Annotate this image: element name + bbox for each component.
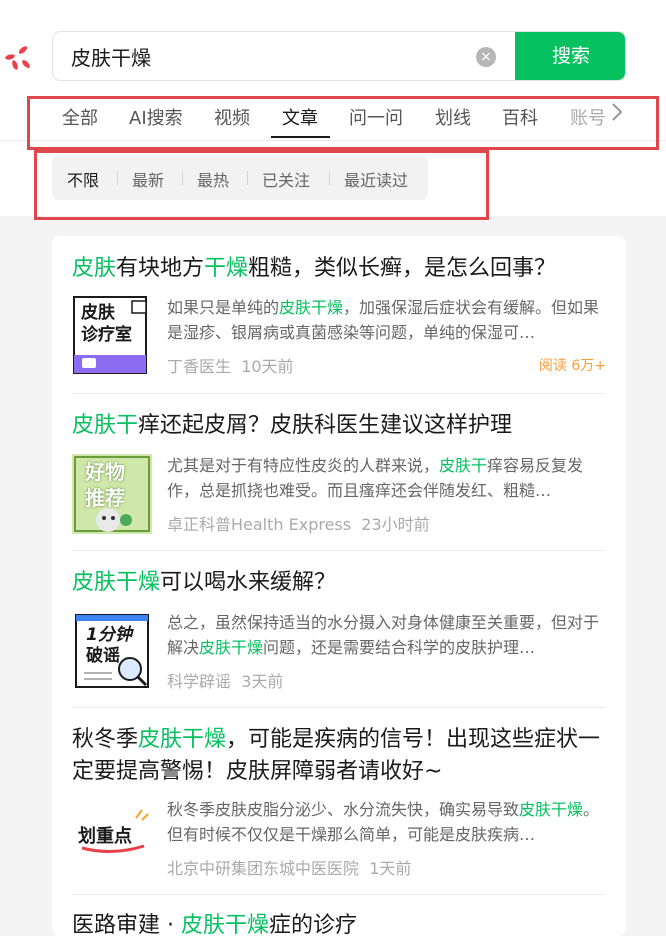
tab-all[interactable]: 全部 <box>62 104 98 130</box>
result-meta: 北京中研集团东城中医医院 1天前 <box>167 855 411 879</box>
result-time: 3天前 <box>241 672 284 691</box>
result-divider <box>72 550 606 551</box>
result-snippet: 总之，虽然保持适当的水分摄入对身体健康至关重要，但对于解决皮肤干燥问题，还是需要… <box>167 610 607 660</box>
thumbnail-label: 1分钟 <box>86 625 132 645</box>
snippet-highlight: 皮肤干 <box>439 456 488 475</box>
category-tabs: 全部 AI搜索 视频 文章 问一问 划线 百科 账号 <box>52 96 622 140</box>
result-divider <box>72 894 606 895</box>
result-snippet: 秋冬季皮肤皮脂分泌少、水分流失快，确实易导致皮肤干燥。但有时候不仅仅是干燥那么简… <box>167 797 607 847</box>
filter-recently-read[interactable]: 最近读过 <box>344 167 408 191</box>
title-text: 有块地方 <box>116 256 205 281</box>
search-button[interactable]: 搜索 <box>515 32 625 80</box>
active-tab-indicator <box>271 136 330 138</box>
result-title[interactable]: 皮肤有块地方干燥粗糙，类似长癣，是怎么回事？ <box>72 253 606 285</box>
filter-latest[interactable]: 最新 <box>132 167 164 191</box>
search-input[interactable] <box>53 32 491 80</box>
snippet-highlight: 皮肤干燥 <box>279 298 344 317</box>
title-text: 可以喝水来缓解？ <box>160 570 337 595</box>
result-meta: 科学辟谣 3天前 <box>167 668 283 692</box>
result-item[interactable]: 皮肤干燥可以喝水来缓解？ 1分钟 破谣 总之，虽然保持适当的水分摄入对身体健康至… <box>72 567 606 707</box>
result-time: 1天前 <box>369 859 412 878</box>
chevron-right-icon[interactable] <box>610 100 632 130</box>
result-thumbnail[interactable]: 1分钟 破谣 <box>72 611 152 691</box>
title-highlight: 皮肤干 <box>72 413 139 438</box>
tab-account[interactable]: 账号 <box>570 104 610 130</box>
snippet-highlight: 皮肤干燥 <box>519 800 584 819</box>
result-snippet: 如果只是单纯的皮肤干燥，加强保湿后症状会有缓解。但如果是湿疹、银屑病或真菌感染等… <box>167 295 607 345</box>
filter-bar: 不限 最新 最热 已关注 最近读过 <box>52 156 428 200</box>
result-source[interactable]: 卓正科普Health Express <box>167 515 351 534</box>
divider <box>0 140 666 141</box>
title-text: 粗糙，类似长癣，是怎么回事？ <box>248 256 557 281</box>
result-item[interactable]: 皮肤干痒还起皮屑？皮肤科医生建议这样护理 好物 推荐 尤其是对于有特应性皮炎的人… <box>72 410 606 550</box>
title-highlight: 皮肤干燥 <box>72 570 161 595</box>
read-count: 阅读 6万+ <box>538 358 606 374</box>
result-thumbnail[interactable]: 好物 推荐 <box>72 454 152 534</box>
thumbnail-label: 划重点 <box>78 826 132 847</box>
result-thumbnail[interactable]: 皮肤 诊疗室 <box>72 295 152 375</box>
result-meta: 卓正科普Health Express 23小时前 <box>167 511 430 535</box>
filter-separator <box>329 171 330 185</box>
title-text: 秋冬季 <box>72 727 139 752</box>
result-meta: 丁香医生 10天前 <box>167 353 294 377</box>
filter-unlimited[interactable]: 不限 <box>67 167 99 191</box>
result-source[interactable]: 北京中研集团东城中医医院 <box>167 859 359 878</box>
tab-ask[interactable]: 问一问 <box>349 104 403 130</box>
result-title[interactable]: 医路审建 · 皮肤干燥症的诊疗 <box>72 910 606 936</box>
tab-video[interactable]: 视频 <box>214 104 250 130</box>
snippet-text: 尤其是对于有特应性皮炎的人群来说， <box>167 456 440 475</box>
result-divider <box>72 707 606 708</box>
title-highlight: 干燥 <box>204 256 249 281</box>
result-thumbnail[interactable]: 划重点 <box>72 800 152 880</box>
filter-separator <box>117 171 118 185</box>
result-title[interactable]: 皮肤干痒还起皮屑？皮肤科医生建议这样护理 <box>72 410 606 442</box>
snippet-text: 问题，还是需要结合科学的皮肤护理… <box>263 638 536 657</box>
snippet-text: 如果只是单纯的 <box>167 298 280 317</box>
thumbnail-label: 好物 <box>85 460 125 484</box>
result-divider <box>72 393 606 394</box>
thumbnail-label: 破谣 <box>86 646 120 666</box>
filter-separator <box>182 171 183 185</box>
title-highlight: 皮肤干燥 <box>138 727 227 752</box>
filter-followed[interactable]: 已关注 <box>262 167 310 191</box>
clear-icon[interactable]: × <box>476 47 496 67</box>
result-source[interactable]: 丁香医生 <box>167 357 231 376</box>
title-highlight: 皮肤 <box>72 256 117 281</box>
result-time: 10天前 <box>241 357 294 376</box>
result-snippet: 尤其是对于有特应性皮炎的人群来说，皮肤干痒容易反复发作，总是抓挠也难受。而且瘙痒… <box>167 453 607 503</box>
thumbnail-label: 推荐 <box>85 486 125 510</box>
result-source[interactable]: 科学辟谣 <box>167 672 231 691</box>
result-time: 23小时前 <box>361 515 430 534</box>
tab-article[interactable]: 文章 <box>282 104 318 130</box>
tab-encyclopedia[interactable]: 百科 <box>502 104 538 130</box>
title-text: 痒还起皮屑？皮肤科医生建议这样护理 <box>138 413 513 438</box>
search-box: × 搜索 <box>52 31 626 81</box>
result-title[interactable]: 秋冬季皮肤干燥，可能是疾病的信号！出现这些症状一定要提高警惕！皮肤屏障弱者请收好… <box>72 724 606 788</box>
result-title[interactable]: 皮肤干燥可以喝水来缓解？ <box>72 567 606 599</box>
results-card: 皮肤有块地方干燥粗糙，类似长癣，是怎么回事？ 皮肤 诊疗室 如果只是单纯的皮肤干… <box>52 236 626 936</box>
filter-hottest[interactable]: 最热 <box>197 167 229 191</box>
snippet-highlight: 皮肤干燥 <box>199 638 264 657</box>
result-item[interactable]: 皮肤有块地方干燥粗糙，类似长癣，是怎么回事？ 皮肤 诊疗室 如果只是单纯的皮肤干… <box>72 253 606 393</box>
thumbnail-label: 皮肤 <box>81 303 115 323</box>
result-item[interactable]: 秋冬季皮肤干燥，可能是疾病的信号！出现这些症状一定要提高警惕！皮肤屏障弱者请收好… <box>72 724 606 894</box>
header: × 搜索 全部 AI搜索 视频 文章 问一问 划线 百科 账号 不限 最新 最热… <box>0 0 666 216</box>
snippet-text: 秋冬季皮肤皮脂分泌少、水分流失快，确实易导致 <box>167 800 520 819</box>
app-logo-icon <box>5 46 30 70</box>
tab-highlight[interactable]: 划线 <box>435 104 471 130</box>
filter-separator <box>247 171 248 185</box>
tab-ai-search[interactable]: AI搜索 <box>129 104 183 130</box>
result-item[interactable]: 医路审建 · 皮肤干燥症的诊疗 <box>72 910 606 936</box>
thumbnail-label: 诊疗室 <box>81 325 132 345</box>
